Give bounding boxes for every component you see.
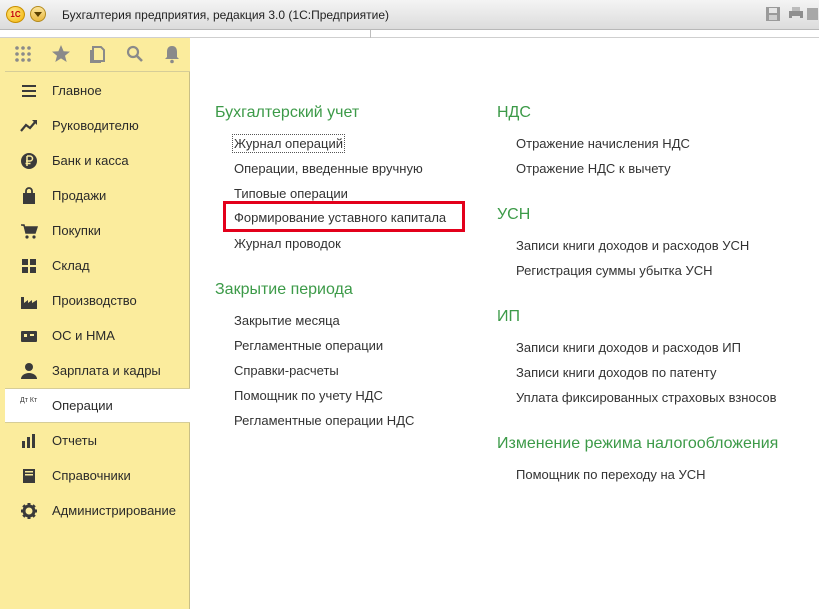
sidebar-toolbar [5,38,190,72]
bell-icon[interactable] [162,44,182,64]
link-patent-income-book[interactable]: Записи книги доходов по патенту [516,365,716,380]
section-title-vat: НДС [497,104,531,121]
star-icon[interactable] [51,44,71,64]
ruble-icon [21,152,37,169]
nav-item-assets[interactable]: ОС и НМА [5,318,190,353]
nav-label: Руководителю [52,118,139,133]
section-title-period-close: Закрытие периода [215,281,353,298]
section-title-accounting: Бухгалтерский учет [215,104,360,121]
link-usn-transition-assistant[interactable]: Помощник по переходу на УСН [516,467,706,482]
nav-item-directories[interactable]: Справочники [5,458,190,493]
section-title-ip: ИП [497,308,520,325]
nav-label: ОС и НМА [52,328,115,343]
nav-label: Зарплата и кадры [52,363,161,378]
nav-item-reports[interactable]: Отчеты [5,423,190,458]
main-menu-button[interactable] [30,6,46,22]
nav-item-purchases[interactable]: Покупки [5,213,190,248]
link-usn-loss[interactable]: Регистрация суммы убытка УСН [516,263,713,278]
nav-label: Банк и касса [52,153,129,168]
nav-item-payroll[interactable]: Зарплата и кадры [5,353,190,388]
nav-label: Операции [52,398,113,413]
section-title-tax-regime: Изменение режима налогообложения [497,435,779,452]
history-icon[interactable] [88,44,108,64]
nav-item-production[interactable]: Производство [5,283,190,318]
nav-item-main[interactable]: Главное [5,73,190,108]
link-postings-journal[interactable]: Журнал проводок [234,236,341,251]
nav-item-warehouse[interactable]: Склад [5,248,190,283]
nav-label: Склад [52,258,90,273]
link-vat-regulatory-operations[interactable]: Регламентные операции НДС [234,413,414,428]
window-title: Бухгалтерия предприятия, редакция 3.0 (1… [62,8,390,22]
book-icon [23,468,35,483]
nav-label: Справочники [52,468,131,483]
link-operations-journal[interactable]: Журнал операций [232,134,345,153]
factory-icon [21,296,37,309]
link-vat-assistant[interactable]: Помощник по учету НДС [234,388,383,403]
nav-label: Покупки [52,223,101,238]
warehouse-icon [22,258,36,273]
history-icon[interactable] [806,6,819,22]
link-vat-accrual[interactable]: Отражение начисления НДС [516,136,690,151]
debit-credit-icon: Дт Кт [20,396,38,404]
link-manual-operations[interactable]: Операции, введенные вручную [234,161,423,176]
cart-icon [21,223,38,239]
section-title-usn: УСН [497,206,531,223]
chart-icon [22,433,35,448]
main-content: Бухгалтерский учет Журнал операций Опера… [191,39,819,609]
nav-label: Продажи [52,188,107,203]
nav-item-administration[interactable]: Администрирование [5,493,190,528]
link-ip-income-book[interactable]: Записи книги доходов и расходов ИП [516,340,741,355]
nav-label: Отчеты [52,433,97,448]
link-typical-operations[interactable]: Типовые операции [234,186,348,201]
person-icon [21,362,37,379]
toolbar-strip [0,30,819,38]
search-icon[interactable] [125,44,145,64]
app-logo-icon[interactable]: 1С [6,6,25,23]
link-fixed-insurance[interactable]: Уплата фиксированных страховых взносов [516,390,776,405]
title-bar: 1С Бухгалтерия предприятия, редакция 3.0… [0,0,819,30]
bag-icon [23,186,35,204]
nav-label: Главное [52,83,102,98]
nav-label: Администрирование [52,503,176,518]
nav-item-operations[interactable]: Дт Кт Операции [5,388,190,423]
sidebar: Главное Руководителю Банк и касса Продаж… [0,38,190,609]
save-icon[interactable] [765,6,781,22]
link-month-close[interactable]: Закрытие месяца [234,313,340,328]
nav-label: Производство [52,293,137,308]
nav-item-management[interactable]: Руководителю [5,108,190,143]
apps-grid-icon[interactable] [13,44,33,64]
trend-icon [20,119,37,132]
print-icon[interactable] [788,6,804,22]
link-calculation-certificates[interactable]: Справки-расчеты [234,363,339,378]
highlight-box [223,201,465,232]
link-regulatory-operations[interactable]: Регламентные операции [234,338,383,353]
menu-icon [22,84,36,97]
nav-item-bank[interactable]: Банк и касса [5,143,190,178]
gear-icon [21,502,37,519]
link-usn-income-book[interactable]: Записи книги доходов и расходов УСН [516,238,749,253]
link-vat-deduction[interactable]: Отражение НДС к вычету [516,161,671,176]
nav-item-sales[interactable]: Продажи [5,178,190,213]
assets-icon [21,330,37,342]
